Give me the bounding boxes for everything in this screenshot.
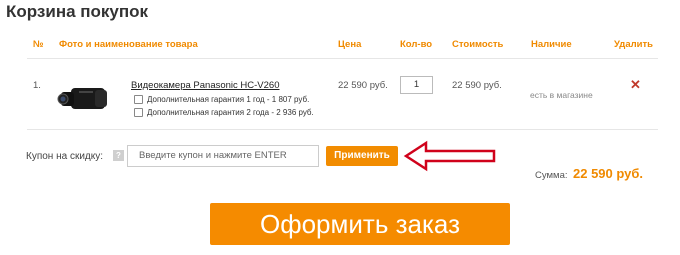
availability-status: есть в магазине [530,90,593,100]
camcorder-image [57,88,107,109]
help-icon[interactable]: ? [113,150,124,161]
table-divider [27,58,658,59]
product-link[interactable]: Видеокамера Panasonic HC-V260 [131,80,280,91]
warranty-1-checkbox[interactable] [134,95,143,104]
row-cost: 22 590 руб. [452,80,502,91]
table-divider [27,129,658,130]
row-price: 22 590 руб. [338,80,388,91]
warranty-2-label: Дополнительная гарантия 2 года - 2 936 р… [147,108,314,117]
header-qty: Кол-во [400,39,433,50]
apply-coupon-button[interactable]: Применить [326,146,398,166]
coupon-label: Купон на скидку: [26,151,104,162]
header-price: Цена [338,39,362,50]
header-delete: Удалить [614,39,653,50]
page-title: Корзина покупок [6,2,149,21]
red-arrow-icon [403,140,496,172]
quantity-input[interactable]: 1 [400,76,433,94]
row-number: 1. [33,80,41,91]
warranty-1-label: Дополнительная гарантия 1 год - 1 807 ру… [147,95,310,104]
header-num: № [33,39,44,50]
header-product: Фото и наименование товара [59,39,198,50]
coupon-input[interactable]: Введите купон и нажмите ENTER [127,145,319,167]
header-cost: Стоимость [452,39,504,50]
total-value: 22 590 руб. [573,166,644,181]
total-label: Сумма: [535,170,568,181]
warranty-option-2[interactable]: Дополнительная гарантия 2 года - 2 936 р… [134,108,314,117]
close-icon[interactable]: ✕ [630,77,641,93]
checkout-button[interactable]: Оформить заказ [210,203,510,245]
warranty-2-checkbox[interactable] [134,108,143,117]
warranty-option-1[interactable]: Дополнительная гарантия 1 год - 1 807 ру… [134,95,309,104]
header-availability: Наличие [531,39,572,50]
